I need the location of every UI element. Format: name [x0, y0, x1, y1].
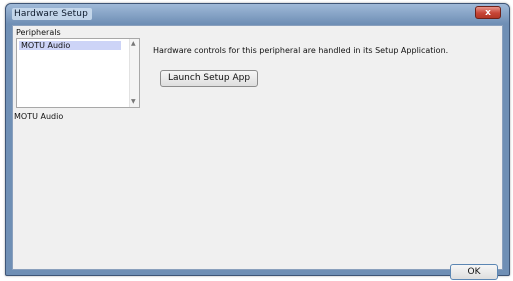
list-scrollbar[interactable]: ▲ ▼ [129, 39, 139, 107]
dialog-body: Peripherals MOTU Audio ▲ ▼ MOTU Audio Ha… [12, 25, 503, 280]
selected-peripheral-label: MOTU Audio [14, 112, 64, 121]
close-button[interactable]: x [475, 6, 501, 19]
ok-button[interactable]: OK [450, 264, 498, 280]
hardware-setup-window: Hardware Setup x Peripherals MOTU Audio … [5, 3, 510, 280]
launch-setup-app-button[interactable]: Launch Setup App [160, 70, 258, 87]
scroll-down-arrow-icon[interactable]: ▼ [131, 99, 136, 105]
list-item-motu-audio[interactable]: MOTU Audio [19, 41, 121, 50]
peripherals-list[interactable]: MOTU Audio ▲ ▼ [16, 38, 140, 108]
setup-message: Hardware controls for this peripheral ar… [153, 46, 449, 55]
peripherals-label: Peripherals [16, 28, 61, 37]
scroll-up-arrow-icon[interactable]: ▲ [131, 41, 136, 47]
title-bar[interactable]: Hardware Setup x [6, 4, 509, 24]
window-title: Hardware Setup [12, 8, 92, 20]
